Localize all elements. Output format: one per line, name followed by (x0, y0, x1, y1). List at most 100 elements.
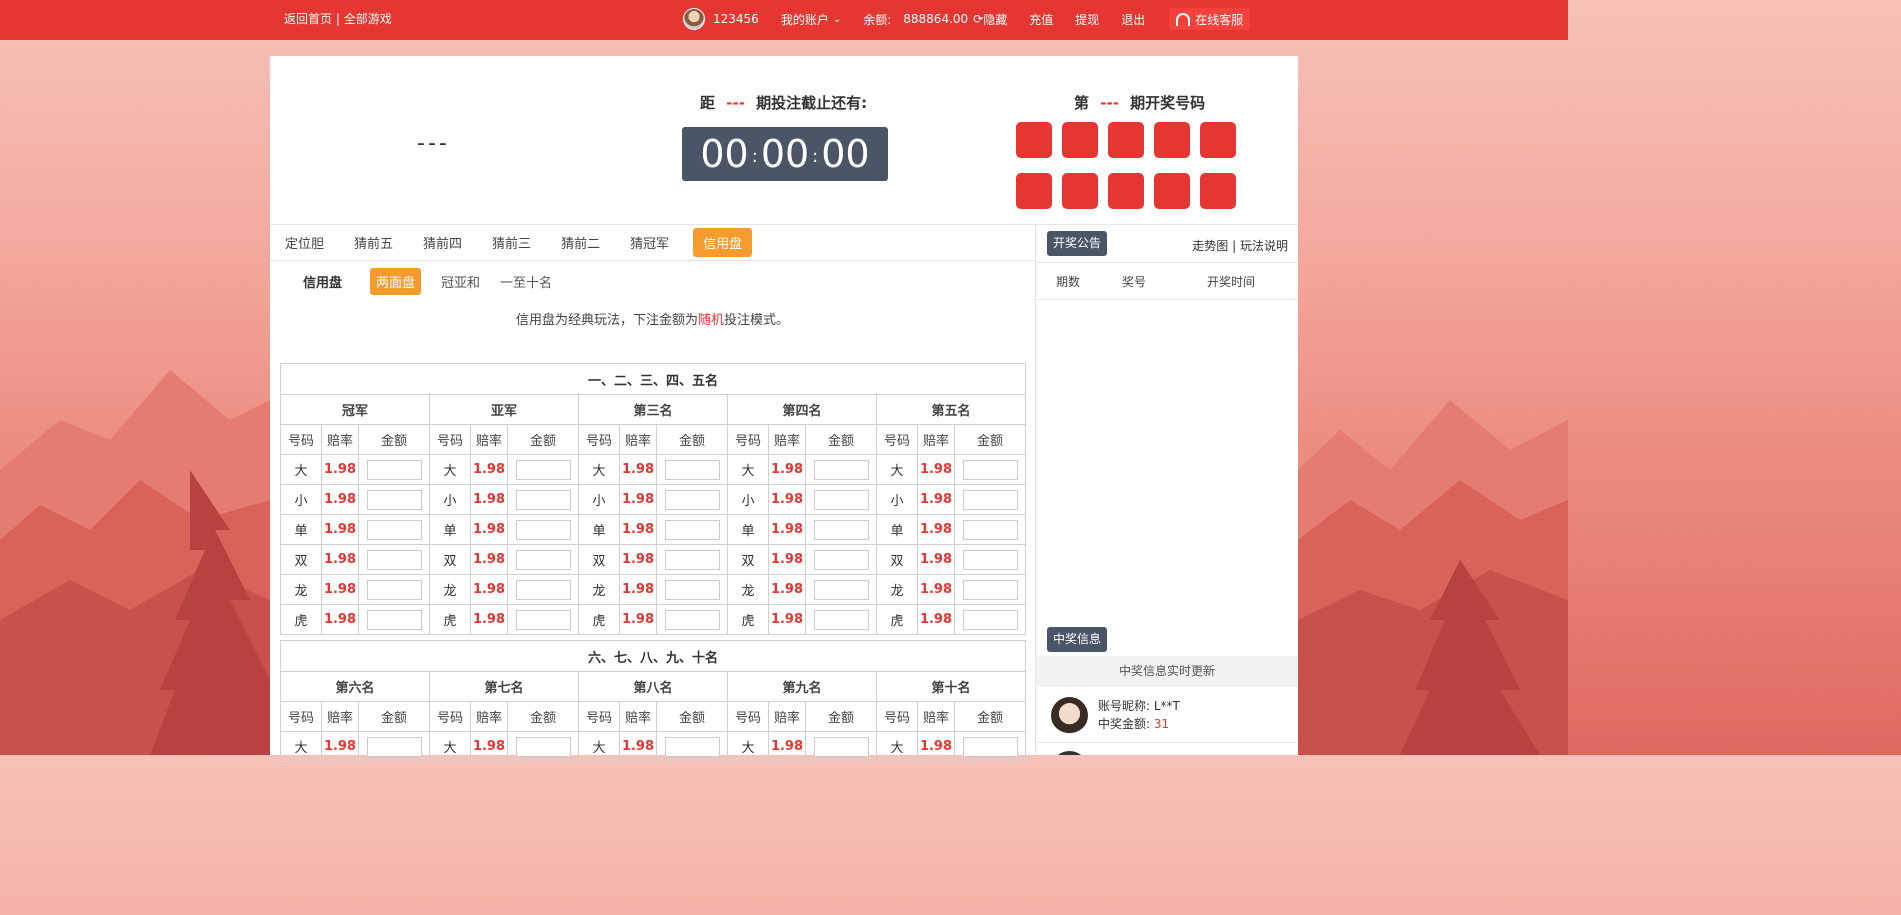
tab-guess-top2[interactable]: 猜前二 (555, 230, 606, 255)
bet-code: 大 (876, 731, 918, 762)
bet-amount-input[interactable] (962, 609, 1018, 630)
bet-amount-input[interactable] (962, 519, 1018, 540)
bet-amount-input[interactable] (813, 519, 869, 540)
result-ball (1108, 122, 1144, 158)
home-link[interactable]: 返回首页 (284, 12, 332, 26)
column-header: 金额 (358, 424, 430, 455)
amount-cell (507, 484, 579, 515)
column-header: 金额 (656, 701, 728, 732)
bet-amount-input[interactable] (515, 519, 571, 540)
bet-amount-input[interactable] (515, 579, 571, 600)
bet-amount-input[interactable] (962, 549, 1018, 570)
winner-item-partial (1036, 743, 1298, 755)
bet-odds: 1.98 (470, 484, 508, 515)
my-account-label: 我的账户 (780, 12, 829, 27)
description-highlight: 随机 (697, 313, 724, 328)
bet-amount-input[interactable] (366, 489, 422, 510)
amount-cell (656, 731, 728, 762)
bet-amount-input[interactable] (962, 736, 1018, 757)
tab-guess-champion[interactable]: 猜冠军 (624, 230, 675, 255)
bet-amount-input[interactable] (813, 549, 869, 570)
tab-dingweidan[interactable]: 定位胆 (279, 230, 330, 255)
bet-amount-input[interactable] (366, 549, 422, 570)
bet-amount-input[interactable] (366, 519, 422, 540)
bet-amount-input[interactable] (664, 519, 720, 540)
bet-amount-input[interactable] (664, 579, 720, 600)
bet-amount-input[interactable] (962, 489, 1018, 510)
bet-code: 双 (578, 544, 620, 575)
bet-amount-input[interactable] (664, 489, 720, 510)
tab-guess-top5[interactable]: 猜前五 (348, 230, 399, 255)
bet-amount-input[interactable] (664, 459, 720, 480)
subtab-champion-runnerup-sum[interactable]: 冠亚和 (441, 272, 480, 291)
bet-amount-input[interactable] (813, 489, 869, 510)
amount-cell (656, 454, 728, 485)
customer-service-label: 在线客服 (1195, 12, 1244, 27)
trend-chart-link[interactable]: 走势图 (1192, 239, 1228, 253)
position-group-header: 第六名 (280, 671, 430, 702)
recharge-link[interactable]: 充值 (1029, 11, 1053, 28)
user-avatar[interactable] (683, 8, 705, 30)
bet-amount-input[interactable] (366, 579, 422, 600)
amount-cell (656, 574, 728, 605)
column-header: 赔率 (619, 701, 657, 732)
bet-amount-input[interactable] (366, 459, 422, 480)
refresh-icon[interactable]: ⟳ (973, 12, 983, 26)
my-account-menu[interactable]: 我的账户 ⌄ (781, 11, 841, 28)
subtab-two-sides[interactable]: 两面盘 (370, 267, 422, 295)
tab-guess-top3[interactable]: 猜前三 (486, 230, 537, 255)
bet-amount-input[interactable] (515, 609, 571, 630)
bet-amount-input[interactable] (366, 609, 422, 630)
position-group-header: 第七名 (429, 671, 579, 702)
logout-link[interactable]: 退出 (1121, 11, 1145, 28)
bet-amount-input[interactable] (962, 579, 1018, 600)
username[interactable]: 123456 (713, 12, 759, 26)
amount-cell (805, 574, 877, 605)
bet-code: 单 (876, 514, 918, 545)
column-header: 金额 (507, 424, 579, 455)
bet-amount-input[interactable] (366, 736, 422, 757)
subtab-first-to-tenth[interactable]: 一至十名 (500, 272, 552, 291)
bet-amount-input[interactable] (813, 609, 869, 630)
bet-odds: 1.98 (619, 574, 657, 605)
bet-amount-input[interactable] (664, 736, 720, 757)
bet-amount-input[interactable] (813, 736, 869, 757)
hide-balance-button[interactable]: 隐藏 (983, 11, 1007, 28)
bet-odds: 1.98 (917, 604, 955, 635)
topbar-left-links: 返回首页 | 全部游戏 (284, 0, 392, 38)
bet-odds: 1.98 (470, 604, 508, 635)
bet-code: 虎 (876, 604, 918, 635)
customer-service-button[interactable]: 在线客服 (1169, 8, 1251, 30)
bet-amount-input[interactable] (813, 579, 869, 600)
announcement-title: 开奖公告 (1047, 231, 1108, 256)
tab-guess-top4[interactable]: 猜前四 (417, 230, 468, 255)
bet-code: 大 (429, 731, 471, 762)
bet-amount-input[interactable] (664, 609, 720, 630)
tab-credit[interactable]: 信用盘 (693, 228, 753, 257)
bet-amount-input[interactable] (515, 736, 571, 757)
bet-odds: 1.98 (321, 544, 359, 575)
bet-amount-input[interactable] (813, 459, 869, 480)
column-header: 金额 (954, 424, 1026, 455)
winner-item: 账号昵称: L**T 中奖金额: 31 (1036, 687, 1298, 743)
winner-name: L**T (1153, 699, 1180, 713)
all-games-link[interactable]: 全部游戏 (344, 12, 392, 26)
bet-code: 小 (280, 484, 322, 515)
column-header: 赔率 (768, 701, 806, 732)
bet-amount-input[interactable] (664, 549, 720, 570)
countdown-suffix: 期投注截止还有: (756, 94, 868, 112)
bet-odds: 1.98 (619, 514, 657, 545)
bet-odds: 1.98 (917, 544, 955, 575)
bet-amount-input[interactable] (515, 489, 571, 510)
result-ball (1016, 122, 1052, 158)
clock-colon: : (751, 145, 758, 167)
winner-avatar (1051, 697, 1088, 734)
bet-amount-input[interactable] (515, 549, 571, 570)
amount-cell (656, 604, 728, 635)
rules-link[interactable]: 玩法说明 (1240, 239, 1288, 253)
bet-amount-input[interactable] (515, 459, 571, 480)
bet-amount-input[interactable] (962, 459, 1018, 480)
withdraw-link[interactable]: 提现 (1075, 11, 1099, 28)
bet-odds: 1.98 (917, 574, 955, 605)
result-suffix: 期开奖号码 (1130, 94, 1206, 112)
